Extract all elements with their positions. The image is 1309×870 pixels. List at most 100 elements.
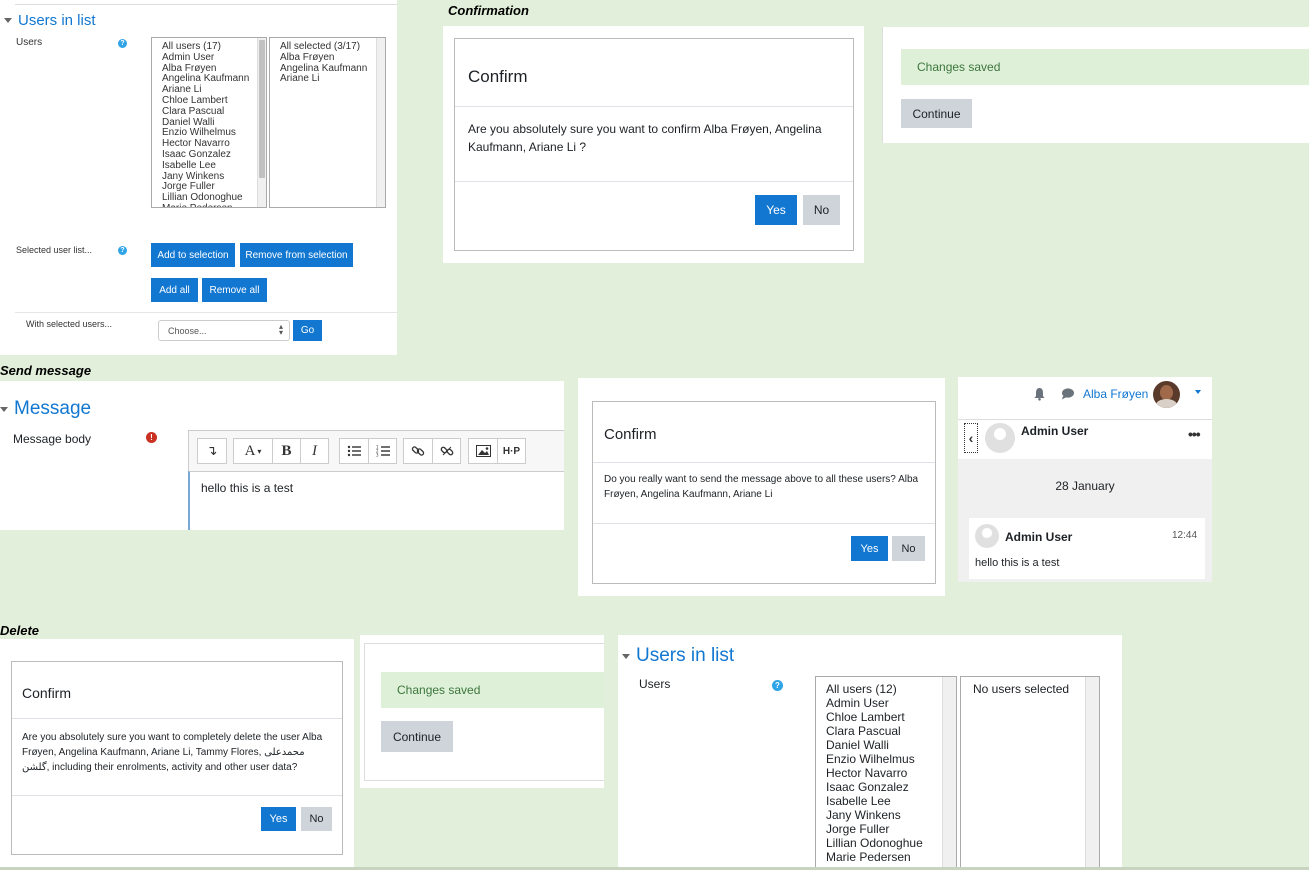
- list-option[interactable]: Isabelle Lee: [152, 160, 266, 172]
- dialog-footer: Yes No: [593, 523, 935, 583]
- ordered-list-icon[interactable]: 123: [368, 439, 396, 463]
- navbar: Alba Frøyen: [958, 377, 1212, 419]
- changes-saved-alert: Changes saved: [901, 49, 1309, 85]
- list-option[interactable]: Clara Pascual: [816, 724, 956, 738]
- unlink-icon[interactable]: [432, 439, 460, 463]
- toolbar-group-media: H·P: [468, 438, 526, 464]
- list-option[interactable]: Marie Pedersen: [816, 850, 956, 864]
- scrollbar[interactable]: [942, 677, 956, 870]
- yes-button[interactable]: Yes: [261, 807, 296, 831]
- yes-button[interactable]: Yes: [851, 536, 888, 561]
- go-button[interactable]: Go: [293, 320, 322, 341]
- scrollbar-thumb[interactable]: [259, 40, 265, 178]
- dialog-header: Confirm: [593, 402, 935, 463]
- bell-icon[interactable]: [1033, 387, 1046, 406]
- list-option[interactable]: Isabelle Lee: [816, 794, 956, 808]
- list-option[interactable]: Admin User: [816, 696, 956, 710]
- list-option[interactable]: Enzio Wilhelmus: [816, 752, 956, 766]
- back-icon[interactable]: ‹: [964, 423, 978, 453]
- users-label: Users: [16, 37, 43, 48]
- list-option[interactable]: Hector Navarro: [816, 766, 956, 780]
- date-separator: 28 January: [1055, 479, 1115, 493]
- scrollbar[interactable]: [1085, 677, 1099, 870]
- no-users-selected-text: No users selected: [973, 682, 1070, 696]
- selected-users-listbox[interactable]: No users selected: [960, 676, 1100, 870]
- message-text: hello this is a test: [975, 557, 1060, 569]
- list-option[interactable]: Isaac Gonzalez: [816, 780, 956, 794]
- message-legend[interactable]: Message: [0, 398, 91, 420]
- dialog-body: Are you absolutely sure you want to conf…: [468, 122, 822, 154]
- editor-textarea[interactable]: hello this is a test: [188, 471, 564, 530]
- no-button[interactable]: No: [301, 807, 332, 831]
- no-button[interactable]: No: [803, 195, 840, 225]
- available-users-listbox[interactable]: All users (12) Admin User Chloe Lambert Cla…: [815, 676, 957, 870]
- confirm-dialog: Confirm Are you absolutely sure you want…: [454, 38, 854, 251]
- image-icon[interactable]: [469, 439, 497, 463]
- h5p-icon[interactable]: H·P: [497, 439, 525, 463]
- italic-icon[interactable]: I: [300, 439, 328, 463]
- font-style-icon[interactable]: A ▾: [234, 439, 272, 463]
- list-option[interactable]: Daniel Walli: [816, 738, 956, 752]
- list-option[interactable]: Admin User: [152, 52, 266, 64]
- confirmation-panel: Confirm Are you absolutely sure you want…: [443, 26, 864, 263]
- bulk-action-select[interactable]: Choose... ▴ ▾: [158, 320, 290, 341]
- list-option[interactable]: Ariane Li: [270, 74, 385, 85]
- help-icon[interactable]: ?: [772, 680, 783, 691]
- no-button[interactable]: No: [892, 536, 925, 561]
- scrollbar[interactable]: [257, 38, 266, 207]
- dialog-title: Confirm: [604, 426, 657, 443]
- list-option[interactable]: Jany Winkens: [816, 808, 956, 822]
- dialog-footer: Yes No: [455, 181, 853, 250]
- available-users-listbox[interactable]: All users (17) Admin User Alba Frøyen Angel…: [151, 37, 267, 208]
- sender-avatar: [975, 524, 999, 548]
- svg-text:3: 3: [376, 453, 379, 458]
- add-all-button[interactable]: Add all: [151, 278, 198, 302]
- add-to-selection-button[interactable]: Add to selection: [151, 243, 235, 267]
- dialog-title: Confirm: [468, 67, 528, 86]
- panel-divider: [15, 4, 397, 5]
- remove-all-button[interactable]: Remove all: [202, 278, 267, 302]
- selected-users-listbox[interactable]: All selected (3/17) Alba Frøyen Angelina K…: [269, 37, 386, 208]
- remove-from-selection-button[interactable]: Remove from selection: [240, 243, 353, 267]
- chat-icon[interactable]: [1061, 387, 1075, 405]
- bold-icon[interactable]: B: [272, 439, 300, 463]
- user-menu-dropdown-icon[interactable]: [1195, 390, 1201, 394]
- message-time: 12:44: [1172, 530, 1198, 541]
- user-avatar[interactable]: [1153, 381, 1180, 408]
- collapse-caret-icon: [4, 18, 12, 23]
- yes-button[interactable]: Yes: [755, 195, 797, 225]
- list-option[interactable]: Alba Frøyen: [270, 52, 385, 64]
- list-option[interactable]: All users (12): [816, 682, 956, 696]
- users-in-list-legend[interactable]: Users in list: [4, 12, 96, 29]
- help-icon[interactable]: ?: [118, 39, 127, 48]
- list-option[interactable]: Chloe Lambert: [816, 710, 956, 724]
- continue-button[interactable]: Continue: [901, 99, 972, 128]
- delete-changes-saved-panel: Changes saved Continue: [360, 635, 604, 788]
- collapse-toolbar-icon[interactable]: ↴: [198, 439, 226, 463]
- link-icon[interactable]: [404, 439, 432, 463]
- users-in-list-legend[interactable]: Users in list: [622, 645, 734, 667]
- user-menu-name[interactable]: Alba Frøyen: [1083, 387, 1148, 401]
- list-option[interactable]: Marie Pedersen: [152, 203, 266, 207]
- toolbar-group-links: [403, 438, 461, 464]
- selected-user-list-label: Selected user list...: [16, 245, 93, 255]
- continue-button[interactable]: Continue: [381, 721, 453, 752]
- changes-saved-panel: Changes saved Continue: [882, 27, 1309, 143]
- help-icon[interactable]: ?: [118, 246, 127, 255]
- admin-avatar: [985, 423, 1015, 453]
- message-bubble: Admin User 12:44 hello this is a test: [969, 518, 1205, 579]
- toolbar-group-collapse: ↴: [197, 438, 227, 464]
- scrollbar[interactable]: [376, 38, 385, 207]
- send-message-confirm-panel: Confirm Do you really want to send the m…: [578, 378, 945, 596]
- more-options-icon[interactable]: •••: [1188, 426, 1201, 442]
- send-message-section-label: Send message: [0, 363, 92, 378]
- panel-divider: [15, 312, 397, 313]
- dialog-header: Confirm: [455, 39, 853, 107]
- list-option[interactable]: Jorge Fuller: [816, 822, 956, 836]
- unordered-list-icon[interactable]: [340, 439, 368, 463]
- confirm-dialog: Confirm Are you absolutely sure you want…: [11, 661, 343, 855]
- toolbar-group-style: A ▾ B I: [233, 438, 329, 464]
- list-option[interactable]: Lillian Odonoghue: [816, 836, 956, 850]
- toolbar-group-lists: 123: [339, 438, 397, 464]
- list-option[interactable]: Clara Pascual: [152, 106, 266, 118]
